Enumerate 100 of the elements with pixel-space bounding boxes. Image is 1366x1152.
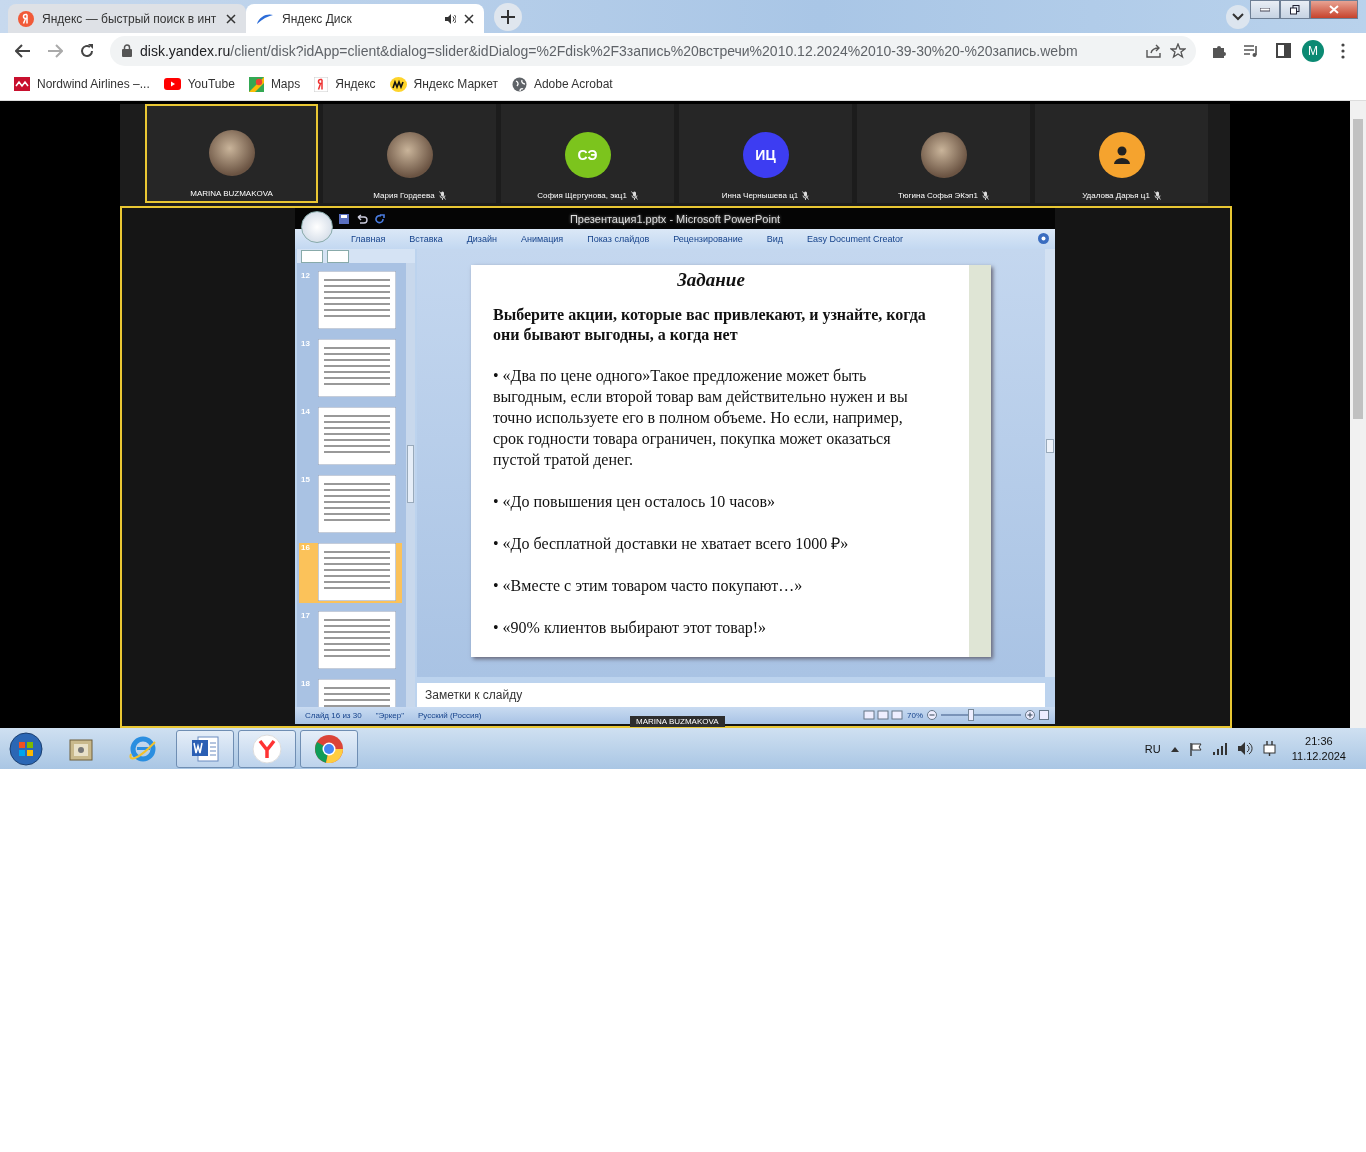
slide-title: Задание bbox=[676, 269, 746, 291]
bookmark[interactable]: YouTube bbox=[163, 77, 235, 91]
speaker-icon[interactable] bbox=[1237, 742, 1253, 755]
status-text: "Эркер" bbox=[375, 711, 404, 720]
signal-icon[interactable] bbox=[1212, 742, 1228, 755]
word-document-icon bbox=[190, 734, 220, 763]
scrollbar[interactable] bbox=[1350, 101, 1366, 728]
language-indicator[interactable]: RU bbox=[1144, 742, 1161, 755]
participant-name: София Щергунова, экц1 bbox=[537, 191, 627, 200]
restore-button[interactable] bbox=[1280, 0, 1310, 19]
bullet-text: • «До бесплатной доставки не хватает всего 1000 ₽» bbox=[493, 534, 850, 554]
taskbar-app[interactable] bbox=[176, 729, 234, 768]
restore-icon bbox=[1290, 4, 1300, 15]
profile-avatar[interactable]: M bbox=[1302, 39, 1324, 62]
fit-window-icon[interactable] bbox=[1039, 710, 1049, 720]
participant-tile[interactable]: Удалова Дарья ц1 bbox=[1035, 104, 1208, 203]
close-button[interactable] bbox=[1310, 0, 1358, 19]
yandex-icon bbox=[314, 76, 329, 92]
ribbon-tab[interactable]: Анимация bbox=[509, 234, 576, 244]
scrollbar[interactable] bbox=[1045, 249, 1055, 677]
ribbon-tab[interactable]: Дизайн bbox=[454, 234, 509, 244]
participant-tile[interactable]: Мария Гордеева bbox=[323, 104, 496, 203]
bookmark[interactable]: Яндекс bbox=[314, 76, 376, 92]
ribbon-tab[interactable]: Вставка bbox=[397, 234, 455, 244]
bookmark[interactable]: Maps bbox=[248, 76, 301, 92]
view-buttons-icon[interactable] bbox=[863, 710, 903, 720]
window-title: Презентация1.pptx - Microsoft PowerPoint bbox=[569, 212, 781, 225]
close-icon bbox=[1329, 5, 1339, 14]
ribbon-tab[interactable]: Вид bbox=[754, 234, 795, 244]
bookmark[interactable]: Adobe Acrobat bbox=[511, 76, 613, 92]
star-icon[interactable] bbox=[1170, 42, 1186, 59]
bullet-text: • «Два по цене одного»Такое предложение может быть выгодным, если второй товар вам действительно нужен и вы точно используете его в полном объеме. Но если, например, срок годности товара ограничен, покупка может оказаться пустой тратой денег. bbox=[493, 366, 909, 470]
url-text: disk.yandex.ru/client/disk?idApp=client&dialog=slider&idDialog=%2Fdisk%2F3запись%20встречи%2010.12.2024%2010-39-30%20-%20запись.webm bbox=[140, 42, 1079, 59]
participant-tile[interactable]: Тюгина Софья ЭКэп1 bbox=[857, 104, 1030, 203]
participant-tile[interactable]: ИЦ Инна Чернышева ц1 bbox=[679, 104, 852, 203]
power-plug-icon[interactable] bbox=[1262, 741, 1276, 756]
photo-placeholder bbox=[920, 132, 967, 178]
ribbon-tab[interactable]: Easy Document Creator bbox=[795, 234, 916, 244]
chrome-icon bbox=[314, 733, 344, 764]
tab-search-button[interactable] bbox=[1226, 5, 1250, 29]
browser-tab[interactable]: Яндекс — быстрый поиск в инт bbox=[8, 4, 246, 33]
presenter-label: MARINA BUZMAKOVA bbox=[630, 716, 725, 727]
participant-name: MARINA BUZMAKOVA bbox=[190, 189, 273, 198]
participant-name: Тюгина Софья ЭКэп1 bbox=[898, 191, 978, 200]
photo-placeholder bbox=[208, 130, 255, 176]
chevron-down-icon bbox=[1232, 13, 1244, 21]
status-text: Русский (Россия) bbox=[418, 711, 482, 720]
bookmark[interactable]: Яндекс Маркет bbox=[389, 76, 498, 92]
bullet-text: • «До повышения цен осталось 10 часов» bbox=[493, 492, 777, 512]
reload-icon bbox=[79, 42, 95, 59]
youtube-icon bbox=[163, 78, 181, 90]
participant-name: Мария Гордеева bbox=[373, 191, 435, 200]
bookmark[interactable]: Nordwind Airlines –... bbox=[14, 77, 150, 91]
participant-name: Удалова Дарья ц1 bbox=[1082, 191, 1150, 200]
market-icon bbox=[389, 76, 407, 92]
globe-icon bbox=[511, 76, 527, 92]
save-icon[interactable] bbox=[339, 213, 349, 224]
ribbon-tab[interactable]: Рецензирование bbox=[661, 234, 755, 244]
photo-placeholder bbox=[386, 132, 433, 178]
plus-icon bbox=[501, 10, 515, 24]
ribbon-tab[interactable]: Главная bbox=[339, 234, 398, 244]
bullet-text: • «Вместе с этим товаром часто покупают…» bbox=[493, 576, 804, 596]
yandex-icon bbox=[18, 10, 34, 27]
yandex-browser-icon bbox=[252, 733, 282, 764]
status-text: Слайд 16 из 30 bbox=[305, 711, 362, 720]
bullet-text: • «90% клиентов выбирают этот товар!» bbox=[493, 618, 768, 638]
forward-arrow-icon bbox=[47, 43, 63, 58]
clock-time[interactable]: 21:36 bbox=[1305, 735, 1333, 747]
wave-icon bbox=[14, 77, 30, 91]
share-icon[interactable] bbox=[1146, 43, 1162, 58]
new-tab-button[interactable] bbox=[494, 3, 522, 31]
notes-field[interactable]: Заметки к слайду bbox=[417, 683, 1045, 707]
flag-icon[interactable] bbox=[1188, 741, 1203, 756]
undo-icon[interactable] bbox=[355, 213, 369, 224]
participant-tile[interactable]: СЭ София Щергунова, экц1 bbox=[501, 104, 674, 203]
clock-date[interactable]: 11.12.2024 bbox=[1291, 750, 1346, 762]
address-bar[interactable]: disk.yandex.ru/client/disk?idApp=client&dialog=slider&idDialog=%2Fdisk%2F3запись%20встречи%2010.12.2024%2010-39-30%20-%20запись.webm bbox=[110, 35, 1196, 66]
lock-icon bbox=[122, 44, 132, 57]
zoom-text: 70% bbox=[907, 710, 923, 720]
map-pin-icon bbox=[248, 76, 264, 92]
participant-name: Инна Чернышева ц1 bbox=[721, 191, 799, 200]
close-icon[interactable] bbox=[226, 13, 236, 24]
help-icon[interactable] bbox=[1038, 233, 1049, 244]
zoom-out-icon[interactable] bbox=[927, 710, 937, 720]
slider-thumb[interactable] bbox=[967, 709, 974, 721]
initials-avatar: ИЦ bbox=[742, 132, 789, 178]
close-icon[interactable] bbox=[464, 13, 474, 24]
redo-icon[interactable] bbox=[375, 213, 385, 224]
taskbar-app[interactable] bbox=[300, 729, 358, 768]
zoom-in-icon[interactable] bbox=[1025, 710, 1035, 720]
slide-heading: Выберите акции, которые вас привлекают, и узнайте, когда они бывают выгодны, а когда нет bbox=[493, 305, 927, 345]
scrollbar[interactable] bbox=[406, 263, 415, 707]
minimize-icon bbox=[1260, 7, 1270, 12]
office-button[interactable] bbox=[301, 211, 333, 243]
taskbar-app[interactable] bbox=[238, 729, 296, 768]
browser-tab[interactable]: Яндекс Диск bbox=[246, 4, 484, 33]
participant-tile[interactable]: MARINA BUZMAKOVA bbox=[145, 104, 318, 203]
ribbon-tab[interactable]: Показ слайдов bbox=[575, 234, 662, 244]
caret-icon[interactable] bbox=[1170, 745, 1179, 752]
back-arrow-icon bbox=[15, 43, 31, 58]
